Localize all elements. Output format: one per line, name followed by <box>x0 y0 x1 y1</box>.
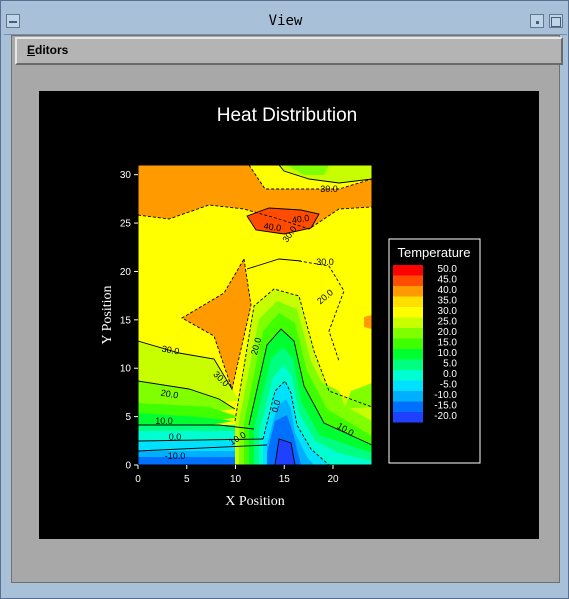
legend-label: 20.0 <box>438 327 458 338</box>
legend-label: 35.0 <box>438 296 458 307</box>
legend-swatch <box>393 401 423 412</box>
legend-label: 25.0 <box>438 317 458 328</box>
contour-label: 30.0 <box>320 184 338 194</box>
x-tick-label: 0 <box>135 474 141 485</box>
y-tick-label: 10 <box>120 364 132 375</box>
y-tick-label: 0 <box>125 461 131 472</box>
x-tick-label: 5 <box>184 474 190 485</box>
x-tick-label: 20 <box>327 474 339 485</box>
y-tick-label: 15 <box>120 315 132 326</box>
chart-title: Heat Distribution <box>217 105 357 126</box>
legend-swatch <box>393 296 423 307</box>
y-tick-label: 5 <box>125 412 131 423</box>
y-tick-label: 25 <box>120 219 132 230</box>
contour-label: -10.0 <box>165 451 186 461</box>
legend-swatch <box>393 286 423 297</box>
x-tick-label: 15 <box>279 474 291 485</box>
contour-label: 30.0 <box>316 257 334 267</box>
application-window: View Editors Heat Distribution 40.0 40.0… <box>0 0 569 599</box>
legend-label: 0.0 <box>443 369 457 380</box>
legend-swatch <box>393 412 423 423</box>
legend-swatch <box>393 328 423 339</box>
legend-swatch <box>393 359 423 370</box>
legend-label: -20.0 <box>434 411 457 422</box>
legend-label: 50.0 <box>438 264 458 275</box>
legend-swatch <box>393 380 423 391</box>
x-axis: 0 5 10 15 20 <box>135 465 339 485</box>
legend-label: -10.0 <box>434 390 457 401</box>
legend-swatch <box>393 338 423 349</box>
legend-swatch <box>393 265 423 276</box>
contour-label: 0.0 <box>169 432 182 442</box>
legend-label: 15.0 <box>438 338 458 349</box>
legend-label: 45.0 <box>438 275 458 286</box>
legend-swatch <box>393 391 423 402</box>
menu-bar: Editors <box>15 37 563 65</box>
plot-canvas: Heat Distribution 40.0 40.0 30.0 30.0 30… <box>39 91 539 539</box>
y-tick-label: 30 <box>120 170 132 181</box>
maximize-button[interactable] <box>549 14 563 28</box>
legend-label: 30.0 <box>438 306 458 317</box>
legend-title: Temperature <box>398 245 471 260</box>
legend-label: 5.0 <box>443 359 457 370</box>
window-title: View <box>268 13 303 29</box>
heat-distribution-chart: Heat Distribution 40.040.030.030.030.030… <box>100 105 481 509</box>
legend-swatch <box>393 370 423 381</box>
legend-label: -15.0 <box>434 401 457 412</box>
title-bar[interactable]: View <box>4 10 567 35</box>
y-axis-label: Y Position <box>100 286 115 345</box>
x-axis-label: X Position <box>225 494 285 509</box>
legend-label: 40.0 <box>438 285 458 296</box>
maximize-icon <box>551 17 561 27</box>
contour-label: 10.0 <box>155 416 173 426</box>
legend-swatch <box>393 317 423 328</box>
legend-swatch <box>393 349 423 360</box>
legend-label: 10.0 <box>438 348 458 359</box>
legend-swatch <box>393 275 423 286</box>
legend-label: -5.0 <box>440 380 458 391</box>
minimize-button[interactable] <box>530 14 544 28</box>
y-axis: 0 5 10 15 20 25 30 <box>120 170 138 472</box>
minimize-icon <box>536 21 539 24</box>
y-tick-label: 20 <box>120 267 132 278</box>
menu-editors[interactable]: Editors <box>27 43 68 57</box>
legend-swatch <box>393 307 423 318</box>
x-tick-label: 10 <box>230 474 242 485</box>
